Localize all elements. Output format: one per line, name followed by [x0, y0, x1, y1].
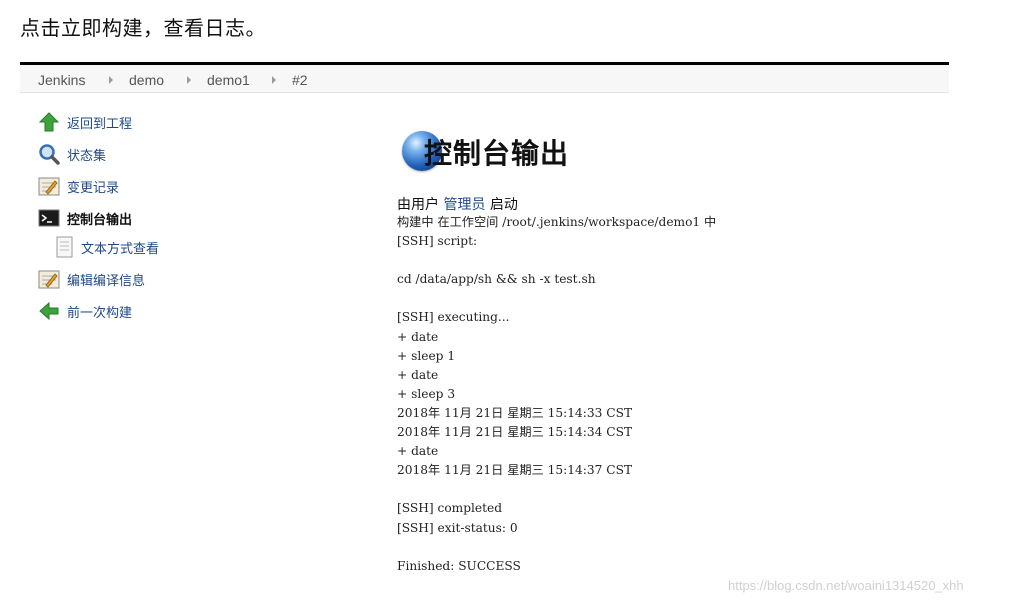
document-icon	[54, 236, 76, 258]
console-line: + date	[397, 329, 439, 344]
started-user-link[interactable]: 管理员	[443, 197, 485, 213]
console-line: Finished: SUCCESS	[397, 558, 521, 573]
sidebar-item-label: 编辑编译信息	[67, 274, 146, 289]
breadcrumb-separator-icon	[272, 76, 276, 84]
breadcrumb-jenkins[interactable]: Jenkins	[38, 72, 85, 88]
magnifier-icon	[38, 143, 60, 165]
started-suffix: 启动	[489, 197, 518, 213]
breadcrumb-separator-icon	[187, 76, 191, 84]
console-line: 2018年 11月 21日 星期三 15:14:37 CST	[397, 463, 633, 478]
started-by-line: 由用户 管理员 启动	[397, 194, 518, 214]
console-line: [SSH] executing...	[397, 310, 510, 325]
article-caption: 点击立即构建，查看日志。	[20, 16, 266, 40]
console-line: 2018年 11月 21日 星期三 15:14:33 CST	[397, 405, 633, 420]
sidebar-item-label: 状态集	[67, 149, 107, 164]
console-line: [SSH] completed	[397, 501, 503, 516]
console-line: cd /data/app/sh && sh -x test.sh	[397, 272, 596, 287]
breadcrumb-separator-icon	[109, 76, 113, 84]
sidebar-item-label: 返回到工程	[67, 117, 133, 132]
started-prefix: 由用户	[397, 197, 439, 213]
console-line: [SSH] exit-status: 0	[397, 520, 518, 535]
sidebar-item-label: 文本方式查看	[81, 242, 160, 257]
breadcrumb-build-number[interactable]: #2	[292, 72, 308, 88]
console-line: [SSH] script:	[397, 234, 478, 249]
breadcrumb: Jenkins demo demo1 #2	[20, 62, 949, 93]
notepad-icon	[38, 268, 60, 290]
console-line: + sleep 3	[397, 386, 456, 401]
console-line: + date	[397, 367, 439, 382]
console-output: 构建中 在工作空间 /root/.jenkins/workspace/demo1…	[397, 213, 716, 576]
console-line: + date	[397, 444, 439, 459]
console-line: + sleep 1	[397, 348, 456, 363]
console-line: 构建中 在工作空间 /root/.jenkins/workspace/demo1…	[397, 215, 717, 229]
sidebar-item-label: 前一次构建	[67, 306, 133, 321]
notepad-icon	[38, 175, 60, 197]
watermark: https://blog.csdn.net/woaini1314520_xhh	[728, 578, 964, 593]
console-line: 2018年 11月 21日 星期三 15:14:34 CST	[397, 425, 633, 440]
breadcrumb-demo[interactable]: demo	[129, 72, 164, 88]
up-arrow-icon	[38, 111, 60, 133]
sidebar-item-label: 变更记录	[67, 181, 120, 196]
terminal-icon	[38, 207, 60, 229]
left-arrow-icon	[38, 300, 60, 322]
sidebar-item-label: 控制台输出	[67, 213, 133, 228]
page-title: 控制台输出	[424, 137, 570, 170]
breadcrumb-demo1[interactable]: demo1	[207, 72, 250, 88]
